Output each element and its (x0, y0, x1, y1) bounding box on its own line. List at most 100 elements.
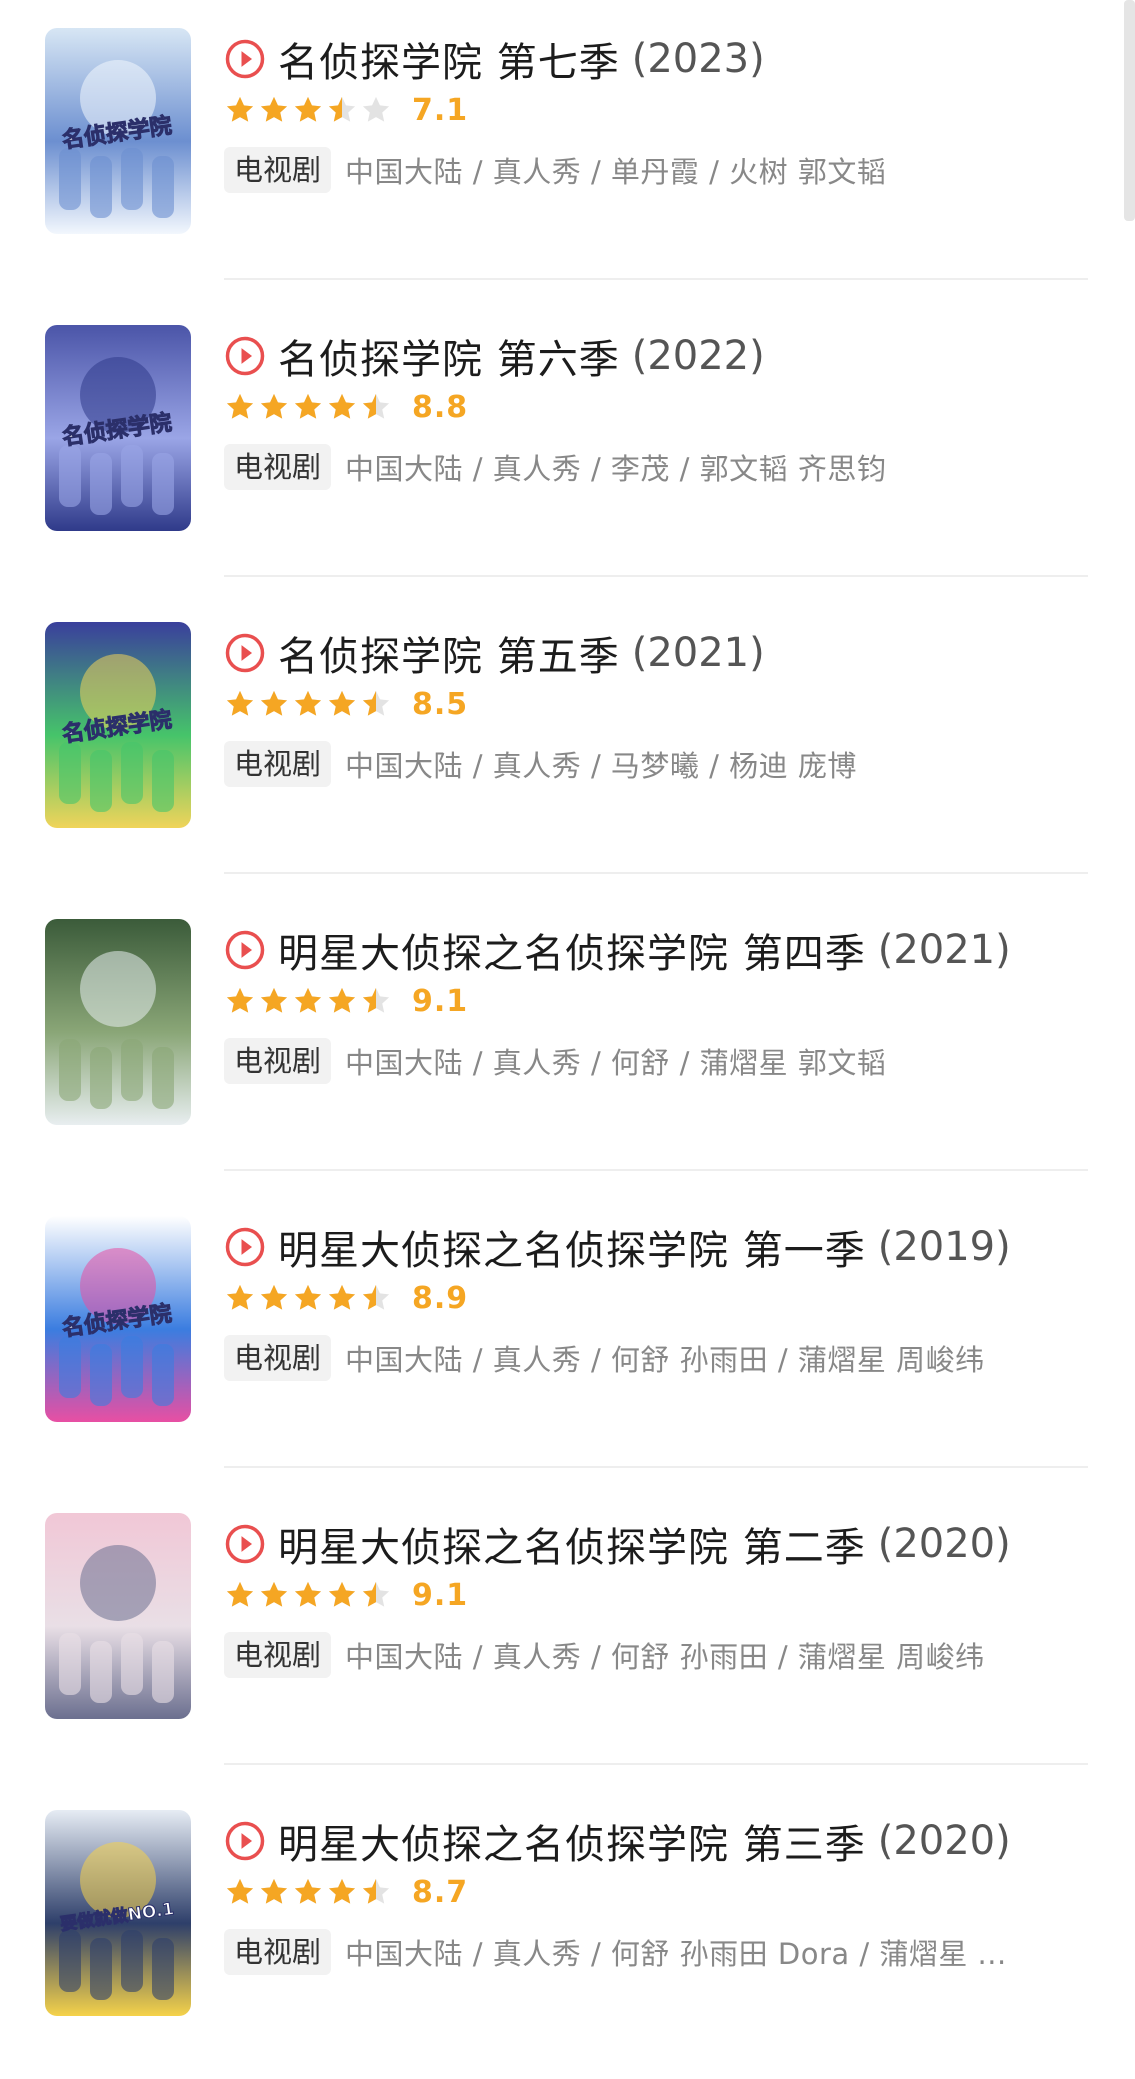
star-icon (260, 1878, 288, 1904)
item-year: (2020) (877, 1818, 1011, 1864)
type-badge: 电视剧 (224, 1929, 332, 1975)
rating-score: 9.1 (412, 1577, 469, 1613)
item-year: (2023) (631, 36, 765, 82)
star-icon (328, 393, 356, 419)
item-title[interactable]: 名侦探学院 第六季 (278, 327, 620, 385)
star-icon (362, 1581, 390, 1607)
star-icon (260, 96, 288, 122)
item-title[interactable]: 明星大侦探之名侦探学院 第三季 (278, 1812, 866, 1870)
play-icon[interactable] (224, 1820, 266, 1862)
poster-image[interactable]: 名侦探学院 (45, 325, 191, 531)
list-item[interactable]: 名侦探学院 名侦探学院 第五季 (2021) 8.5 电视剧 中国大陆 / 真人秀 / 马… (0, 594, 1135, 891)
item-meta: 中国大陆 / 真人秀 / 李茂 / 郭文韬 齐思钧 (345, 452, 887, 486)
rating-row: 8.9 (224, 1278, 468, 1318)
divider (224, 575, 1088, 577)
meta-row: 电视剧 中国大陆 / 真人秀 / 何舒 / 蒲熠星 郭文韬 (224, 1037, 886, 1085)
star-rating (224, 688, 394, 720)
item-title[interactable]: 明星大侦探之名侦探学院 第一季 (278, 1218, 866, 1276)
star-rating (224, 1876, 394, 1908)
star-icon (226, 1284, 254, 1310)
divider (224, 278, 1088, 280)
star-icon (226, 690, 254, 716)
rating-score: 9.1 (412, 983, 469, 1019)
item-title[interactable]: 明星大侦探之名侦探学院 第二季 (278, 1515, 866, 1573)
star-icon (226, 1878, 254, 1904)
meta-row: 电视剧 中国大陆 / 真人秀 / 何舒 孙雨田 / 蒲熠星 周峻纬 (224, 1334, 985, 1382)
star-icon (260, 1581, 288, 1607)
divider (224, 1466, 1088, 1468)
star-icon (294, 690, 322, 716)
rating-row: 7.1 (224, 90, 468, 130)
title-row[interactable]: 明星大侦探之名侦探学院 第四季 (2021) (224, 921, 1011, 979)
star-icon (362, 393, 390, 419)
play-icon[interactable] (224, 335, 266, 377)
rating-row: 8.7 (224, 1872, 468, 1912)
star-icon (362, 690, 390, 716)
type-badge: 电视剧 (224, 741, 332, 787)
item-meta: 中国大陆 / 真人秀 / 何舒 孙雨田 Dora / 蒲熠星 ... (345, 1937, 1007, 1971)
poster-image[interactable]: 名侦探学院 (45, 622, 191, 828)
item-year: (2019) (877, 1224, 1011, 1270)
rating-row: 9.1 (224, 1575, 468, 1615)
poster-image[interactable]: 名侦探学院 (45, 1216, 191, 1422)
star-icon (226, 987, 254, 1013)
item-title[interactable]: 名侦探学院 第五季 (278, 624, 620, 682)
item-title[interactable]: 名侦探学院 第七季 (278, 30, 620, 88)
star-icon (328, 690, 356, 716)
item-title[interactable]: 明星大侦探之名侦探学院 第四季 (278, 921, 866, 979)
poster-image[interactable]: 要做就做NO.1 (45, 1810, 191, 2016)
meta-row: 电视剧 中国大陆 / 真人秀 / 李茂 / 郭文韬 齐思钧 (224, 443, 886, 491)
list-item[interactable]: 名侦探学院 明星大侦探之名侦探学院 第一季 (2019) 8.9 电视剧 中国大陆 / 真… (0, 1188, 1135, 1485)
list-item[interactable]: 要做就做NO.1 明星大侦探之名侦探学院 第三季 (2020) 8.7 电视剧 中国大陆 … (0, 1782, 1135, 2079)
star-icon (362, 96, 390, 122)
play-icon[interactable] (224, 929, 266, 971)
item-meta: 中国大陆 / 真人秀 / 何舒 孙雨田 / 蒲熠星 周峻纬 (345, 1640, 985, 1674)
star-icon (362, 987, 390, 1013)
divider (224, 1763, 1088, 1765)
title-row[interactable]: 明星大侦探之名侦探学院 第三季 (2020) (224, 1812, 1011, 1870)
item-year: (2022) (631, 333, 765, 379)
item-year: (2021) (877, 927, 1011, 973)
star-icon (260, 987, 288, 1013)
play-icon[interactable] (224, 632, 266, 674)
rating-score: 7.1 (412, 92, 469, 128)
title-row[interactable]: 名侦探学院 第五季 (2021) (224, 624, 765, 682)
star-icon (260, 393, 288, 419)
poster-image[interactable] (45, 919, 191, 1125)
rating-row: 8.8 (224, 387, 468, 427)
star-icon (260, 1284, 288, 1310)
play-icon[interactable] (224, 1226, 266, 1268)
star-rating (224, 94, 394, 126)
star-icon (294, 96, 322, 122)
star-rating (224, 1579, 394, 1611)
rating-score: 8.7 (412, 1874, 469, 1910)
title-row[interactable]: 明星大侦探之名侦探学院 第一季 (2019) (224, 1218, 1011, 1276)
title-row[interactable]: 名侦探学院 第六季 (2022) (224, 327, 765, 385)
list-item[interactable]: 名侦探学院 名侦探学院 第七季 (2023) 7.1 电视剧 中国大陆 / 真人秀 / 单… (0, 0, 1135, 297)
type-badge: 电视剧 (224, 1335, 332, 1381)
item-year: (2020) (877, 1521, 1011, 1567)
star-icon (328, 1581, 356, 1607)
play-icon[interactable] (224, 1523, 266, 1565)
star-rating (224, 985, 394, 1017)
title-row[interactable]: 名侦探学院 第七季 (2023) (224, 30, 765, 88)
meta-row: 电视剧 中国大陆 / 真人秀 / 何舒 孙雨田 / 蒲熠星 周峻纬 (224, 1631, 985, 1679)
star-rating (224, 1282, 394, 1314)
poster-image[interactable] (45, 1513, 191, 1719)
list-item[interactable]: 明星大侦探之名侦探学院 第四季 (2021) 9.1 电视剧 中国大陆 / 真人秀 / … (0, 891, 1135, 1188)
play-icon[interactable] (224, 38, 266, 80)
type-badge: 电视剧 (224, 1632, 332, 1678)
list-item[interactable]: 明星大侦探之名侦探学院 第二季 (2020) 9.1 电视剧 中国大陆 / 真人秀 / … (0, 1485, 1135, 1782)
star-icon (260, 690, 288, 716)
star-icon (294, 1581, 322, 1607)
meta-row: 电视剧 中国大陆 / 真人秀 / 马梦曦 / 杨迪 庞博 (224, 740, 857, 788)
type-badge: 电视剧 (224, 444, 332, 490)
star-icon (362, 1878, 390, 1904)
item-meta: 中国大陆 / 真人秀 / 何舒 / 蒲熠星 郭文韬 (345, 1046, 887, 1080)
title-row[interactable]: 明星大侦探之名侦探学院 第二季 (2020) (224, 1515, 1011, 1573)
list-item[interactable]: 名侦探学院 名侦探学院 第六季 (2022) 8.8 电视剧 中国大陆 / 真人秀 / 李… (0, 297, 1135, 594)
rating-row: 8.5 (224, 684, 468, 724)
star-icon (226, 96, 254, 122)
star-icon (328, 987, 356, 1013)
poster-image[interactable]: 名侦探学院 (45, 28, 191, 234)
